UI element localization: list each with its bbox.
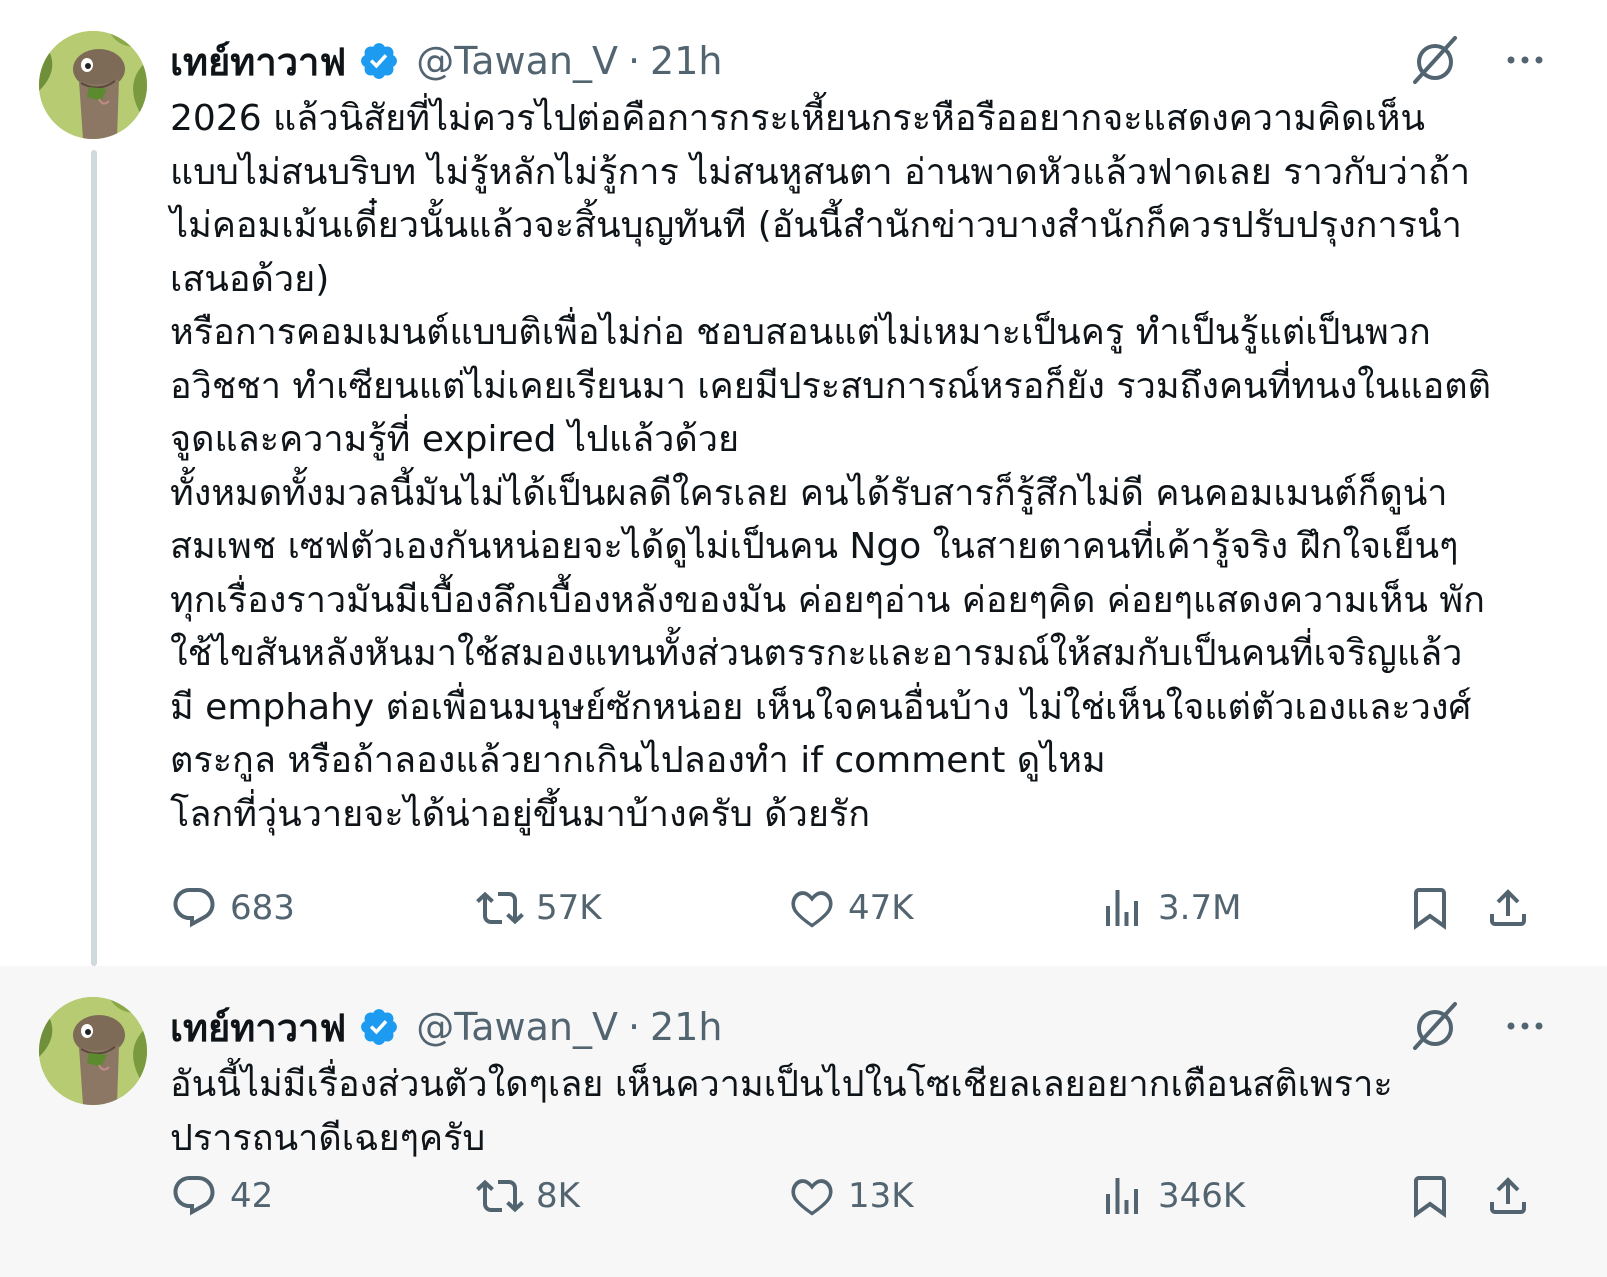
reply-icon — [173, 1176, 215, 1216]
user-handle[interactable]: @Tawan_V — [416, 39, 618, 83]
avatar[interactable] — [39, 997, 147, 1105]
reply-button[interactable]: 42 — [170, 1168, 273, 1224]
thread-line — [91, 150, 97, 966]
like-button[interactable]: 47K — [788, 880, 914, 936]
tweet[interactable]: เทย์ทาวาฟ @Tawan_V · 21h อันนี้ไม่มีเรื่… — [0, 966, 1607, 1277]
more-icon[interactable] — [1503, 1004, 1547, 1048]
repost-icon — [476, 891, 524, 925]
separator-dot: · — [627, 1005, 641, 1049]
views-count: 346K — [1158, 1176, 1246, 1216]
share-icon — [1490, 889, 1526, 926]
timestamp[interactable]: 21h — [650, 39, 722, 83]
bookmark-icon — [1414, 1176, 1446, 1218]
avatar[interactable] — [39, 31, 147, 139]
display-name[interactable]: เทย์ทาวาฟ — [170, 31, 346, 92]
bookmark-button[interactable] — [1406, 880, 1454, 936]
repost-icon — [476, 1179, 524, 1213]
views-button[interactable]: 3.7M — [1098, 880, 1241, 936]
tweet[interactable]: เทย์ทาวาฟ @Tawan_V · 21h 2026 แล้วนิสัยท… — [0, 0, 1607, 966]
grok-icon[interactable] — [1407, 32, 1463, 88]
tweet-actions: 42 8K 13K 346K — [170, 1168, 1570, 1224]
like-button[interactable]: 13K — [788, 1168, 914, 1224]
reply-icon — [173, 888, 215, 928]
views-icon — [1106, 1178, 1138, 1214]
user-handle[interactable]: @Tawan_V — [416, 1005, 618, 1049]
tweet-top-actions — [1407, 998, 1547, 1054]
verified-badge-icon — [361, 1009, 398, 1045]
bookmark-icon — [1414, 888, 1446, 930]
like-count: 47K — [848, 888, 914, 928]
tweet-header: เทย์ทาวาฟ @Tawan_V · 21h — [170, 1002, 722, 1052]
tweet-actions: 683 57K 47K 3.7M — [170, 880, 1570, 936]
views-icon — [1106, 890, 1138, 926]
reply-count: 683 — [230, 888, 295, 928]
timestamp[interactable]: 21h — [650, 1005, 722, 1049]
tweet-top-actions — [1407, 32, 1547, 88]
share-button[interactable] — [1484, 880, 1532, 936]
repost-count: 8K — [536, 1176, 580, 1216]
reply-count: 42 — [230, 1176, 274, 1216]
separator-dot: · — [627, 39, 641, 83]
tweet-header: เทย์ทาวาฟ @Tawan_V · 21h — [170, 36, 722, 86]
share-button[interactable] — [1484, 1168, 1532, 1224]
repost-button[interactable]: 57K — [476, 880, 602, 936]
grok-icon[interactable] — [1407, 998, 1463, 1054]
views-count: 3.7M — [1158, 888, 1242, 928]
reply-button[interactable]: 683 — [170, 880, 295, 936]
views-button[interactable]: 346K — [1098, 1168, 1245, 1224]
repost-button[interactable]: 8K — [476, 1168, 580, 1224]
like-icon — [791, 891, 833, 928]
tweet-text: 2026 แล้วนิสัยที่ไม่ควรไปต่อคือการกระเหี… — [170, 98, 1492, 835]
more-icon[interactable] — [1503, 38, 1547, 82]
display-name[interactable]: เทย์ทาวาฟ — [170, 997, 346, 1058]
like-icon — [791, 1179, 833, 1216]
repost-count: 57K — [536, 888, 602, 928]
verified-badge-icon — [361, 43, 398, 79]
share-icon — [1490, 1177, 1526, 1214]
bookmark-button[interactable] — [1406, 1168, 1454, 1224]
tweet-text: อันนี้ไม่มีเรื่องส่วนตัวใดๆเลย เห็นความเ… — [170, 1064, 1393, 1159]
like-count: 13K — [848, 1176, 914, 1216]
